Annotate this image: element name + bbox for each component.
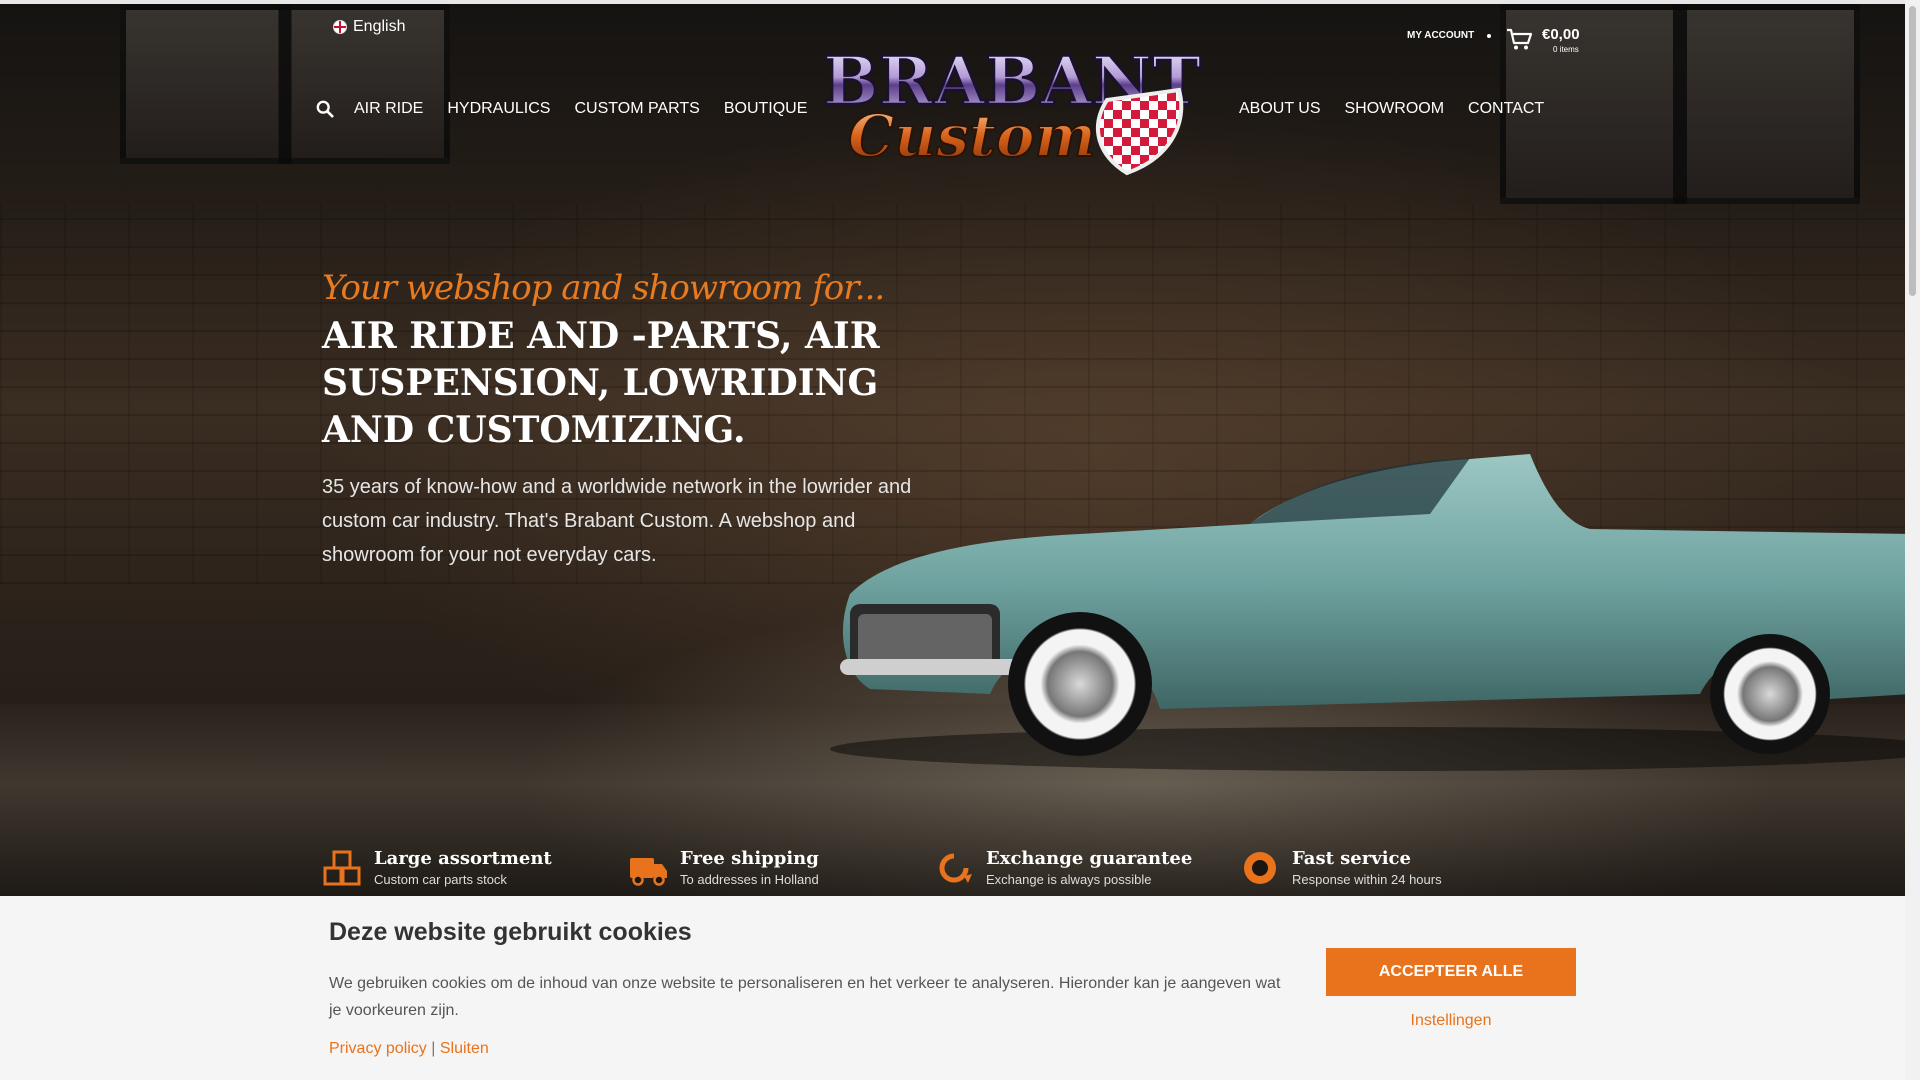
truck-icon [630, 858, 667, 886]
lifebuoy-icon [1244, 852, 1276, 884]
cookie-settings-link[interactable]: Instellingen [1326, 1012, 1576, 1030]
cookie-links: Privacy policy | Sluiten [329, 1040, 489, 1058]
lowrider-car-image [830, 454, 1905, 771]
usp-title: Exchange guarantee [986, 848, 1193, 869]
main-nav-left: AIR RIDE HYDRAULICS CUSTOM PARTS BOUTIQU… [316, 100, 831, 118]
language-label: English [353, 18, 406, 35]
nav-item-air-ride[interactable]: AIR RIDE [354, 100, 423, 118]
nav-item-hydraulics[interactable]: HYDRAULICS [447, 100, 550, 118]
usp-title: Large assortment [374, 848, 552, 869]
usp-subtitle: Custom car parts stock [374, 872, 507, 887]
cart-item-count: 0 items [1553, 45, 1579, 54]
link-separator: | [431, 1040, 436, 1057]
usp-subtitle: Response within 24 hours [1292, 872, 1442, 887]
usp-exchange-guarantee: Exchange guarantee Exchange is always po… [934, 848, 1192, 888]
cookie-title: Deze website gebruikt cookies [329, 918, 692, 946]
hero-tagline: Your webshop and showroom for... [322, 268, 885, 308]
usp-large-assortment: Large assortment Custom car parts stock [322, 848, 552, 888]
page-scrollbar[interactable] [1905, 0, 1920, 1080]
cookie-banner: Deze website gebruikt cookies We gebruik… [0, 896, 1905, 1080]
hero-intro: 35 years of know-how and a worldwide net… [322, 476, 912, 566]
accept-all-button[interactable]: ACCEPTEER ALLE [1326, 948, 1576, 996]
usp-subtitle: To addresses in Holland [680, 872, 819, 887]
cart-total[interactable]: €0,00 [1542, 26, 1580, 43]
language-selector[interactable]: English [333, 18, 405, 36]
usp-fast-service: Fast service Response within 24 hours [1240, 848, 1442, 888]
nav-item-showroom[interactable]: SHOWROOM [1345, 100, 1445, 118]
nav-item-custom-parts[interactable]: CUSTOM PARTS [574, 100, 699, 118]
svg-text:Custom: Custom [848, 102, 1096, 170]
brabant-custom-logo[interactable]: BRABANT Custom [807, 38, 1217, 178]
cookie-text: We gebruiken cookies om de inhoud van on… [329, 975, 1281, 1019]
main-nav-right: ABOUT US SHOWROOM CONTACT [1239, 100, 1568, 118]
boxes-icon [323, 850, 361, 886]
nav-item-boutique[interactable]: BOUTIQUE [724, 100, 808, 118]
uk-flag-icon [333, 20, 347, 34]
usp-free-shipping: Free shipping To addresses in Holland [628, 848, 819, 888]
usp-subtitle: Exchange is always possible [986, 872, 1152, 887]
nav-item-contact[interactable]: CONTACT [1468, 100, 1544, 118]
hero-headline: AIR RIDE AND -PARTS, AIR SUSPENSION, LOW… [322, 315, 880, 451]
close-cookie-link[interactable]: Sluiten [440, 1040, 489, 1057]
search-icon[interactable] [316, 100, 334, 118]
cart-icon[interactable] [1506, 27, 1532, 51]
my-account-link[interactable]: MY ACCOUNT [1407, 30, 1474, 41]
nav-item-about-us[interactable]: ABOUT US [1239, 100, 1321, 118]
usp-title: Free shipping [680, 848, 819, 869]
privacy-policy-link[interactable]: Privacy policy [329, 1040, 427, 1057]
usp-title: Fast service [1292, 848, 1411, 869]
separator-dot [1487, 34, 1491, 38]
scrollbar-thumb[interactable] [1909, 6, 1916, 296]
exchange-icon [939, 853, 972, 883]
